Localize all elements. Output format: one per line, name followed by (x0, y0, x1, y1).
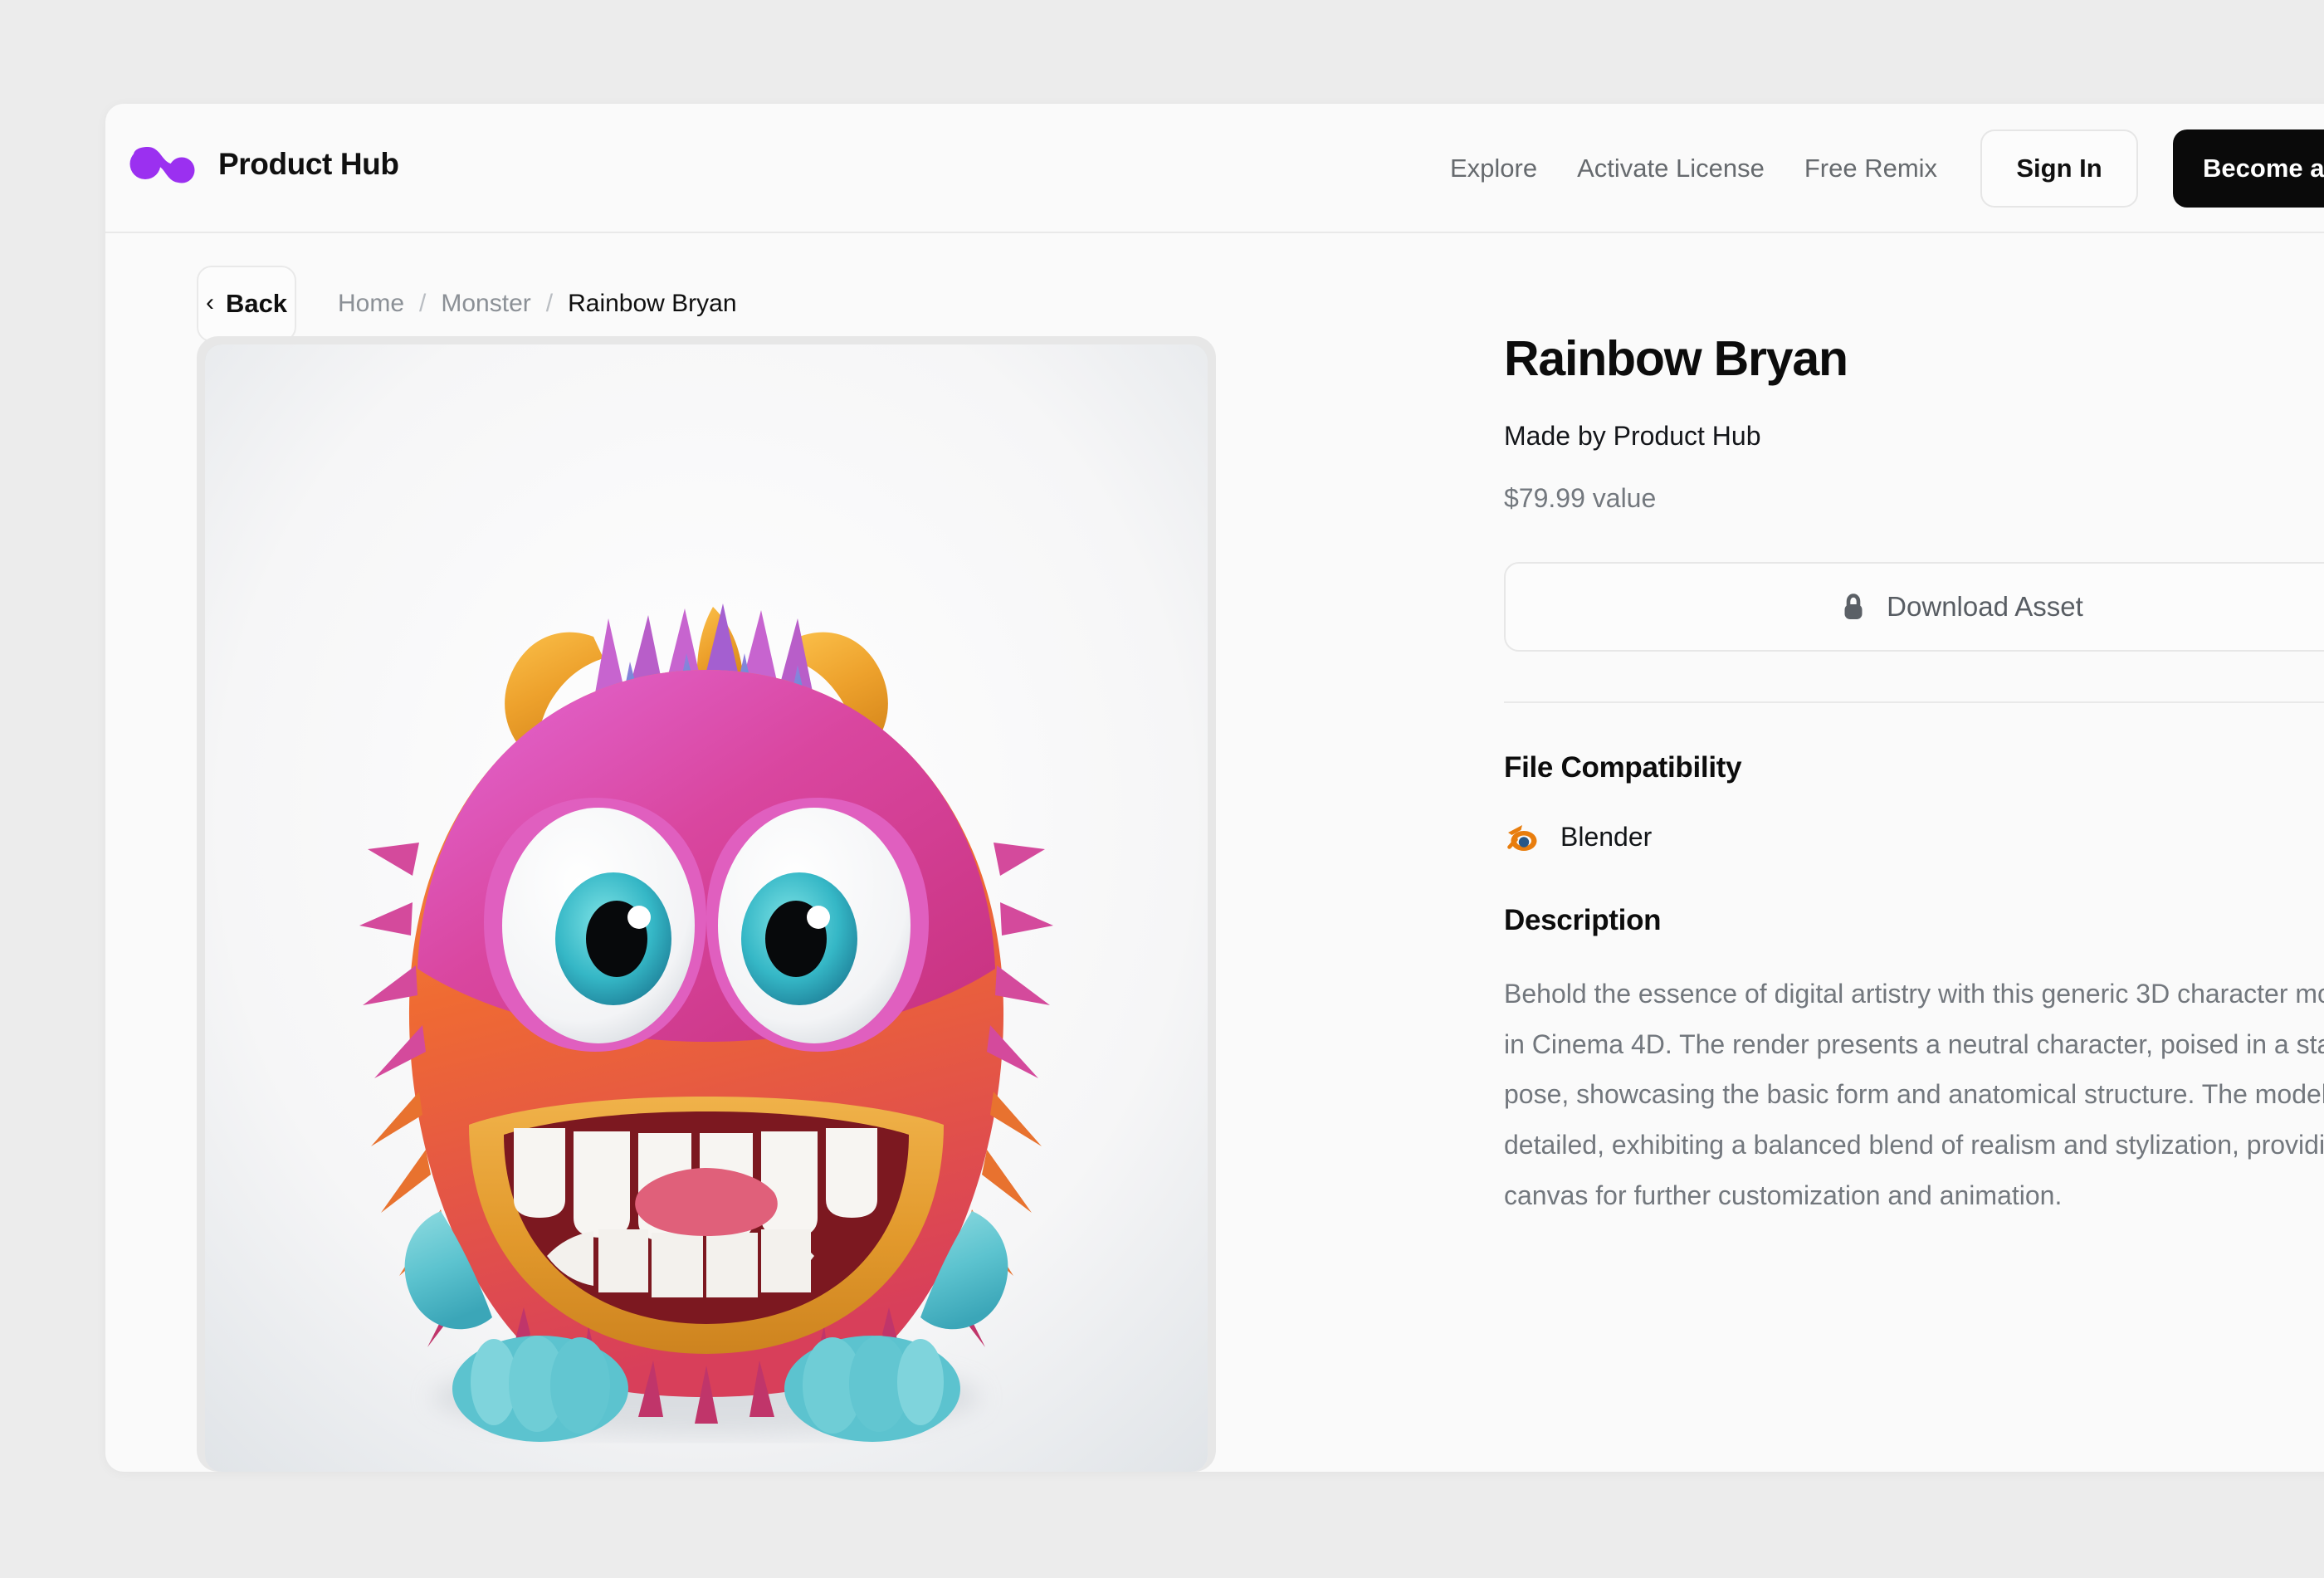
nav-link-free-remix[interactable]: Free Remix (1784, 122, 1957, 215)
sign-in-button[interactable]: Sign In (1980, 129, 2138, 208)
back-button[interactable]: ‹ Back (197, 266, 296, 342)
breadcrumb-separator: / (546, 290, 553, 318)
brand-logo[interactable]: Product Hub (129, 145, 399, 183)
page-title: Rainbow Bryan (1504, 332, 2324, 386)
breadcrumb-separator: / (419, 290, 426, 318)
breadcrumb-row: ‹ Back Home / Monster / Rainbow Bryan (197, 266, 752, 342)
asset-image (205, 344, 1208, 1472)
asset-detail-panel: Rainbow Bryan Made by Product Hub $79.99… (1504, 332, 2324, 1221)
asset-image-card[interactable] (197, 336, 1216, 1472)
blender-icon (1504, 819, 1540, 856)
brand-name: Product Hub (218, 147, 399, 182)
breadcrumb-item-current: Rainbow Bryan (553, 290, 751, 318)
download-asset-label: Download Asset (1887, 591, 2083, 623)
file-compatibility-heading: File Compatibility (1504, 751, 2324, 784)
lock-icon (1842, 593, 1865, 621)
peanut-logo-icon (129, 145, 198, 183)
nav-link-explore[interactable]: Explore (1450, 122, 1557, 215)
breadcrumb-item-home[interactable]: Home (323, 290, 419, 318)
chevron-left-icon: ‹ (206, 291, 214, 315)
compatibility-label: Blender (1560, 822, 1652, 853)
compatibility-item-blender: Blender (1504, 819, 2324, 856)
become-member-button[interactable]: Become a Member (2173, 129, 2324, 208)
back-button-label: Back (226, 289, 287, 319)
section-divider (1504, 701, 2324, 703)
site-header: Product Hub Explore Activate License Fre… (105, 104, 2324, 233)
description-body: Behold the essence of digital artistry w… (1504, 969, 2324, 1221)
asset-price: $79.99 value (1504, 483, 2324, 514)
asset-author: Made by Product Hub (1504, 421, 2324, 452)
breadcrumb-item-monster[interactable]: Monster (426, 290, 545, 318)
download-asset-button[interactable]: Download Asset (1504, 562, 2324, 652)
main-nav: Explore Activate License Free Remix Sign… (1450, 122, 2324, 215)
nav-link-activate-license[interactable]: Activate License (1557, 122, 1784, 215)
description-heading: Description (1504, 904, 2324, 937)
page-card: Product Hub Explore Activate License Fre… (105, 104, 2324, 1472)
breadcrumb: Home / Monster / Rainbow Bryan (323, 290, 752, 318)
